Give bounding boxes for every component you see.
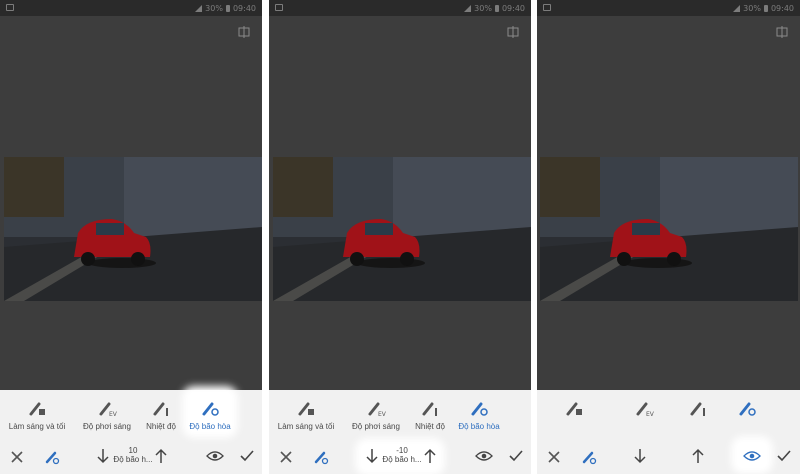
gallery-notification-icon xyxy=(6,4,14,11)
value-label: Độ bão h... xyxy=(113,455,153,464)
check-icon[interactable] xyxy=(240,449,254,463)
value-readout: -10 Độ bão h... xyxy=(377,446,427,464)
edit-toolbar: Làm sáng và tối EV Độ phơi sáng Nhiệt độ… xyxy=(269,390,531,474)
value-number: 10 xyxy=(128,446,138,455)
edit-toolbar: Làm sáng và tối EV Độ phơi sáng Nhiệt độ… xyxy=(0,390,262,474)
arrow-up-icon[interactable] xyxy=(154,448,168,464)
tool-label: Độ bão hòa xyxy=(458,422,500,431)
brush-icon[interactable] xyxy=(581,449,597,465)
tool-label: Độ phơi sáng xyxy=(352,422,400,431)
status-bar: 30% 09:40 xyxy=(269,0,531,16)
battery-percent: 30% xyxy=(474,3,492,13)
value-readout: 10 Độ bão h... xyxy=(108,446,158,464)
clock: 09:40 xyxy=(232,3,256,13)
edited-photo xyxy=(273,157,531,301)
brush-ev-icon: EV xyxy=(636,402,654,418)
clock: 09:40 xyxy=(501,3,525,13)
gallery-notification-icon xyxy=(275,4,283,11)
battery-percent: 30% xyxy=(205,3,223,13)
brush-icon[interactable] xyxy=(313,449,329,465)
edit-toolbar: EV xyxy=(537,390,800,474)
arrow-down-icon[interactable] xyxy=(633,448,647,464)
gallery-notification-icon xyxy=(543,4,551,11)
bottom-controls: 10 Độ bão h... xyxy=(0,444,262,474)
compare-icon[interactable] xyxy=(507,26,519,38)
close-icon[interactable] xyxy=(279,450,293,464)
close-icon[interactable] xyxy=(547,450,561,464)
battery-icon xyxy=(494,4,499,12)
value-number: -10 xyxy=(396,446,408,455)
edited-photo xyxy=(540,157,798,301)
bottom-controls xyxy=(537,442,800,474)
close-icon[interactable] xyxy=(10,450,24,464)
tool-label: Làm sáng và tối xyxy=(277,422,335,431)
tool-do-bao-hoa[interactable]: Độ bão hòa xyxy=(444,398,514,431)
compare-icon[interactable] xyxy=(776,26,788,38)
status-bar: 30% 09:40 xyxy=(0,0,262,16)
brush-saturation-icon xyxy=(739,402,756,416)
brush-light-icon xyxy=(29,402,45,416)
tool-do-bao-hoa[interactable]: Độ bão hòa xyxy=(175,398,245,431)
battery-icon xyxy=(763,4,768,12)
brush-icon[interactable] xyxy=(44,449,60,465)
brush-temperature-icon xyxy=(690,402,705,416)
brush-saturation-icon xyxy=(471,402,488,416)
brush-saturation-icon xyxy=(202,402,219,416)
check-icon[interactable] xyxy=(509,449,523,463)
tool-label: Nhiệt độ xyxy=(415,422,445,431)
svg-text:EV: EV xyxy=(646,411,654,418)
clock: 09:40 xyxy=(770,3,794,13)
bottom-controls: -10 Độ bão h... xyxy=(269,444,531,474)
brush-temperature-icon xyxy=(422,402,437,416)
brush-ev-icon: EV xyxy=(368,402,386,418)
svg-text:EV: EV xyxy=(109,411,117,418)
edited-photo xyxy=(4,157,262,301)
eye-icon[interactable] xyxy=(743,450,761,462)
brush-light-icon xyxy=(566,402,582,416)
screen-panel-1: 30% 09:40 Làm sáng và tối EV Độ phơi sán… xyxy=(0,0,262,474)
tool-label: Làm sáng và tối xyxy=(8,422,66,431)
signal-icon xyxy=(733,4,741,12)
compare-icon[interactable] xyxy=(238,26,250,38)
tool-lam-sang-va-toi[interactable]: Làm sáng và tối xyxy=(2,398,72,431)
tool-lam-sang-va-toi[interactable] xyxy=(539,398,609,422)
eye-icon[interactable] xyxy=(206,450,224,462)
value-label: Độ bão h... xyxy=(382,455,422,464)
eye-icon[interactable] xyxy=(475,450,493,462)
status-bar: 30% 09:40 xyxy=(537,0,800,16)
arrow-up-icon[interactable] xyxy=(691,448,705,464)
svg-text:EV: EV xyxy=(378,411,386,418)
signal-icon xyxy=(195,4,203,12)
screen-panel-3: 30% 09:40 EV xyxy=(537,0,800,474)
brush-temperature-icon xyxy=(153,402,168,416)
arrow-up-icon[interactable] xyxy=(423,448,437,464)
check-icon[interactable] xyxy=(777,449,791,463)
brush-ev-icon: EV xyxy=(99,402,117,418)
signal-icon xyxy=(464,4,472,12)
battery-percent: 30% xyxy=(743,3,761,13)
brush-light-icon xyxy=(298,402,314,416)
tool-label: Nhiệt độ xyxy=(146,422,176,431)
tool-label: Độ phơi sáng xyxy=(83,422,131,431)
tool-label: Độ bão hòa xyxy=(189,422,231,431)
battery-icon xyxy=(225,4,230,12)
screen-panel-2: 30% 09:40 Làm sáng và tối EV Độ phơi sán… xyxy=(269,0,531,474)
tool-do-bao-hoa[interactable] xyxy=(712,398,782,422)
tool-lam-sang-va-toi[interactable]: Làm sáng và tối xyxy=(271,398,341,431)
